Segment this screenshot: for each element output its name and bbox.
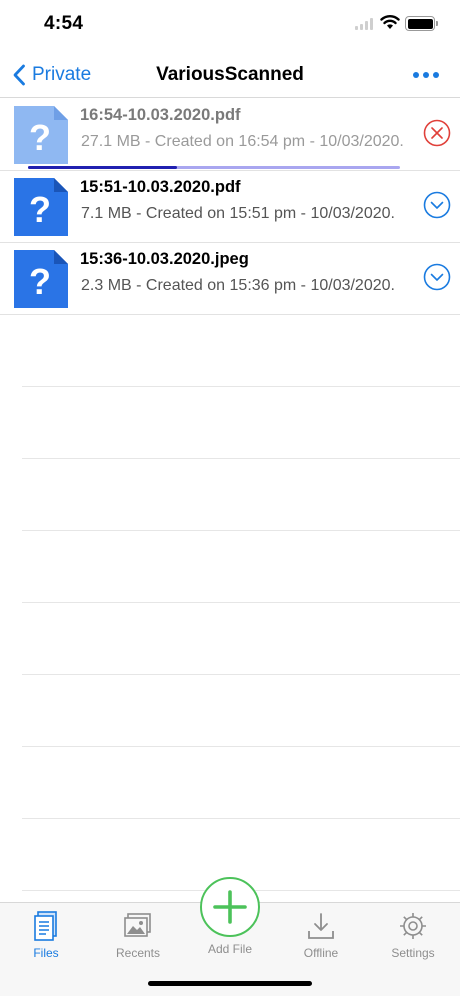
cellular-signal-icon xyxy=(355,18,373,30)
tab-offline[interactable]: Offline xyxy=(281,911,361,960)
file-name: 16:54-10.03.2020.pdf xyxy=(80,106,241,124)
file-name: 15:36-10.03.2020.jpeg xyxy=(80,250,249,268)
tab-add-file-label: Add File xyxy=(207,942,253,956)
file-row[interactable]: ? 15:36-10.03.2020.jpeg 2.3 MB - Created… xyxy=(0,243,460,315)
page-title: VariousScanned xyxy=(156,64,304,85)
more-dot-icon xyxy=(413,72,419,78)
file-name: 15:51-10.03.2020.pdf xyxy=(80,178,241,196)
tab-settings[interactable]: Settings xyxy=(373,911,453,960)
wifi-icon xyxy=(380,15,400,29)
tab-offline-label: Offline xyxy=(303,946,339,960)
empty-row-separator xyxy=(22,458,460,459)
file-row[interactable]: ? 15:51-10.03.2020.pdf 7.1 MB - Created … xyxy=(0,171,460,243)
file-meta: 2.3 MB - Created on 15:36 pm - 10/03/202… xyxy=(81,277,395,294)
file-row[interactable]: ? 16:54-10.03.2020.pdf 27.1 MB - Created… xyxy=(0,99,460,171)
unknown-file-icon: ? xyxy=(14,106,68,164)
svg-text:?: ? xyxy=(29,261,51,302)
tab-files-label: Files xyxy=(33,946,59,960)
tab-settings-label: Settings xyxy=(391,946,435,960)
plus-icon xyxy=(213,890,247,924)
more-dot-icon xyxy=(423,72,429,78)
tab-recents-label: Recents xyxy=(115,946,161,960)
images-icon xyxy=(124,913,151,937)
unknown-file-icon: ? xyxy=(14,250,68,308)
empty-row-separator xyxy=(22,674,460,675)
status-bar: 4:54 xyxy=(0,0,460,48)
battery-cap xyxy=(436,21,438,26)
more-dot-icon xyxy=(433,72,439,78)
tab-files[interactable]: Files xyxy=(6,911,86,960)
home-indicator xyxy=(148,981,312,986)
upload-progress-fill xyxy=(28,166,177,169)
status-time: 4:54 xyxy=(44,13,84,34)
more-options-button[interactable] xyxy=(413,72,439,80)
gear-icon xyxy=(400,913,426,939)
battery-icon xyxy=(405,16,435,31)
tab-recents[interactable]: Recents xyxy=(98,911,178,960)
empty-row-separator xyxy=(22,818,460,819)
svg-text:?: ? xyxy=(29,189,51,230)
empty-row-separator xyxy=(22,386,460,387)
cancel-icon[interactable] xyxy=(422,118,452,148)
empty-row-separator xyxy=(22,602,460,603)
file-meta: 7.1 MB - Created on 15:51 pm - 10/03/202… xyxy=(81,205,395,222)
chevron-down-circle-icon[interactable] xyxy=(422,262,452,292)
navigation-bar: Private VariousScanned xyxy=(0,52,460,98)
file-meta: 27.1 MB - Created on 16:54 pm - 10/03/20… xyxy=(81,133,404,150)
svg-text:?: ? xyxy=(29,117,51,158)
unknown-file-icon: ? xyxy=(14,178,68,236)
download-icon xyxy=(308,913,334,939)
file-list: ? 16:54-10.03.2020.pdf 27.1 MB - Created… xyxy=(0,99,460,315)
files-icon xyxy=(34,911,57,941)
upload-progress-bar xyxy=(28,166,400,169)
chevron-down-circle-icon[interactable] xyxy=(422,190,452,220)
empty-row-separator xyxy=(22,530,460,531)
empty-row-separator xyxy=(22,746,460,747)
add-file-button[interactable] xyxy=(200,877,260,937)
